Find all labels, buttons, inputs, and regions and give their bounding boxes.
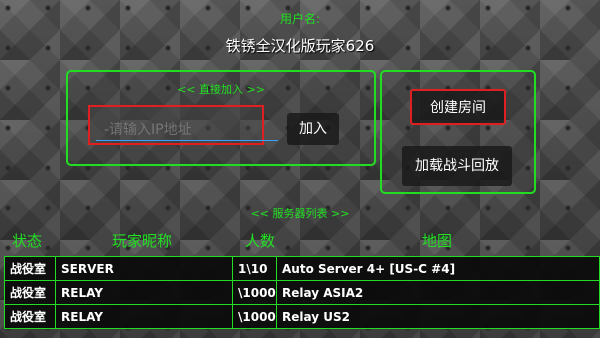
server-player-name: RELAY <box>55 280 233 305</box>
server-row[interactable]: 战役室 SERVER 1\10 Auto Server 4+ [US-C #4] <box>4 256 600 281</box>
column-header-player-name: 玩家昵称 <box>112 232 173 250</box>
server-status: 战役室 <box>4 256 56 281</box>
server-player-name: RELAY <box>55 304 233 329</box>
load-replay-button[interactable]: 加载战斗回放 <box>402 146 512 186</box>
server-player-count: \1000 <box>232 304 277 329</box>
server-map: Auto Server 4+ [US-C #4] <box>276 256 600 281</box>
join-button[interactable]: 加入 <box>287 113 339 145</box>
create-room-button[interactable]: 创建房间 <box>410 89 506 125</box>
server-row[interactable]: 战役室 RELAY \1000 Relay ASIA2 <box>4 280 600 305</box>
username-label: 用户名: <box>279 12 321 26</box>
server-map: Relay US2 <box>276 304 600 329</box>
column-header-status: 状态 <box>12 232 43 250</box>
direct-join-title: << 直接加入 >> <box>177 83 265 96</box>
server-list-title: << 服务器列表 >> <box>250 207 350 220</box>
server-status: 战役室 <box>4 304 56 329</box>
column-header-player-count: 人数 <box>245 232 276 250</box>
server-map: Relay ASIA2 <box>276 280 600 305</box>
ip-address-input[interactable] <box>88 105 264 145</box>
server-player-count: 1\10 <box>232 256 277 281</box>
server-status: 战役室 <box>4 280 56 305</box>
ip-input-underline <box>96 140 278 141</box>
column-header-map: 地图 <box>422 232 453 250</box>
server-player-count: \1000 <box>232 280 277 305</box>
server-player-name: SERVER <box>55 256 233 281</box>
server-row[interactable]: 战役室 RELAY \1000 Relay US2 <box>4 304 600 329</box>
server-list-table: 战役室 SERVER 1\10 Auto Server 4+ [US-C #4]… <box>4 256 600 329</box>
player-name[interactable]: 铁锈全汉化版玩家626 <box>0 35 600 56</box>
